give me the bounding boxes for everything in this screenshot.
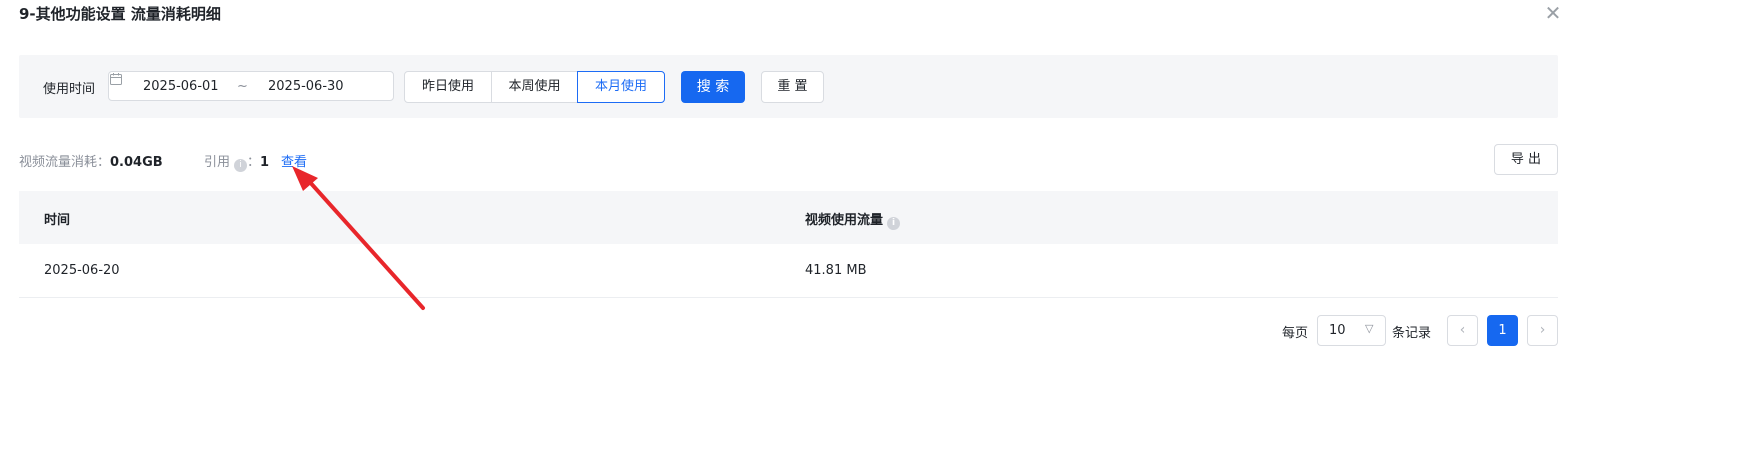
reference-count: 1 xyxy=(260,155,270,170)
search-button[interactable]: 搜 索 xyxy=(681,71,745,103)
start-date-input[interactable]: 2025-06-01 xyxy=(143,79,219,94)
calendar-icon[interactable] xyxy=(109,72,123,86)
page-size-select[interactable]: 10 ▽ xyxy=(1317,315,1386,346)
this-month-usage-button[interactable]: 本月使用 xyxy=(577,71,665,103)
reference-summary: 引用 i ：1 xyxy=(204,151,269,172)
usage-time-label: 使用时间 xyxy=(43,82,96,97)
reset-button[interactable]: 重 置 xyxy=(761,71,824,103)
dialog-title: 9-其他功能设置 流量消耗明细 xyxy=(19,5,221,23)
row-time: 2025-06-20 xyxy=(44,263,120,278)
column-video-traffic-label: 视频使用流量 xyxy=(805,213,884,228)
page-size-value: 10 xyxy=(1329,323,1346,338)
yesterday-usage-button[interactable]: 昨日使用 xyxy=(404,71,492,103)
this-week-usage-button[interactable]: 本周使用 xyxy=(491,71,578,103)
filter-bar: 使用时间 2025-06-01 ~ 2025-06-30 昨日使用 本周使用 本… xyxy=(19,55,1558,118)
column-time: 时间 xyxy=(44,213,71,228)
row-traffic: 41.81 MB xyxy=(805,263,867,278)
column-video-traffic: 视频使用流量 i xyxy=(805,209,901,230)
chevron-down-icon: ▽ xyxy=(1365,322,1374,335)
view-link[interactable]: 查看 xyxy=(281,151,307,170)
video-traffic-summary: 视频流量消耗：0.04GB xyxy=(19,151,163,170)
per-page-label: 每页 xyxy=(1282,326,1309,341)
next-page-button[interactable]: › xyxy=(1527,315,1558,346)
prev-page-button[interactable]: ‹ xyxy=(1447,315,1478,346)
info-icon[interactable]: i xyxy=(887,217,901,230)
video-traffic-value: 0.04GB xyxy=(110,155,163,170)
range-separator: ~ xyxy=(237,79,248,94)
video-traffic-label: 视频流量消耗： xyxy=(19,155,111,170)
end-date-input[interactable]: 2025-06-30 xyxy=(268,79,344,94)
table-header: 时间 视频使用流量 i xyxy=(19,191,1558,244)
reference-separator: ： xyxy=(247,155,261,170)
reference-label: 引用 xyxy=(204,155,231,170)
table-row: 2025-06-20 41.81 MB xyxy=(19,244,1558,298)
export-button[interactable]: 导 出 xyxy=(1494,144,1558,175)
date-range-picker[interactable]: 2025-06-01 ~ 2025-06-30 xyxy=(108,71,394,101)
info-icon[interactable]: i xyxy=(234,159,248,172)
close-icon[interactable]: ✕ xyxy=(1543,3,1563,23)
page-1-button[interactable]: 1 xyxy=(1487,315,1518,346)
records-label: 条记录 xyxy=(1392,326,1432,341)
